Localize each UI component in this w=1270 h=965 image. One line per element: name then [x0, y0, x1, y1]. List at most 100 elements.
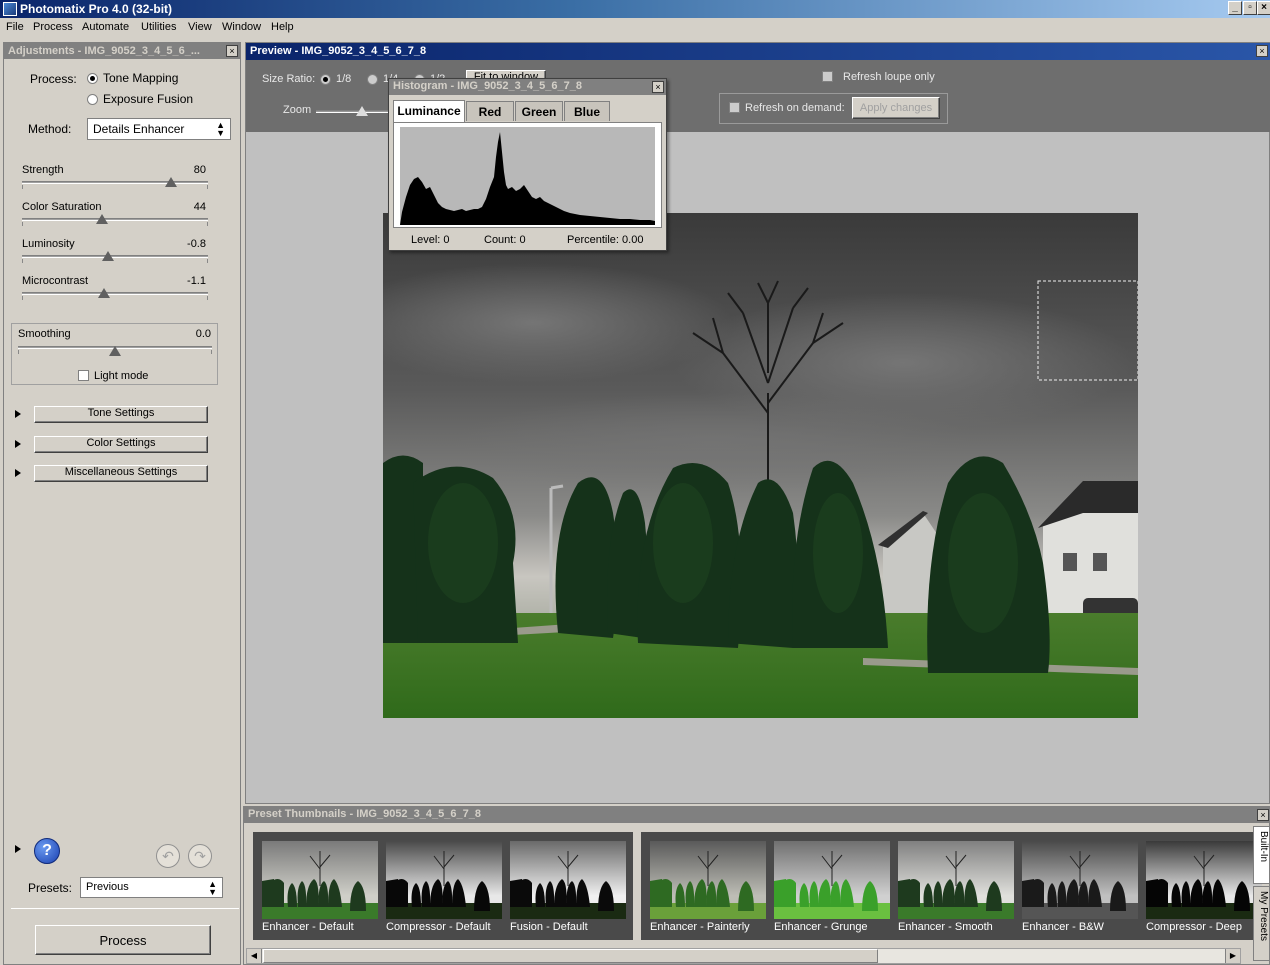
menu-help[interactable]: Help: [271, 21, 294, 33]
slider-value: 44: [193, 201, 206, 213]
preset-thumbnail[interactable]: Enhancer - Default: [262, 841, 378, 934]
menu-process[interactable]: Process: [33, 21, 73, 33]
histogram-title: Histogram - IMG_9052_3_4_5_6_7_8: [389, 79, 666, 95]
expand-color-settings-icon[interactable]: [15, 440, 21, 448]
preset-thumbnail-image: [510, 841, 626, 919]
tab-red[interactable]: Red: [466, 101, 514, 121]
scroll-right-icon[interactable]: ▶: [1225, 949, 1240, 963]
preset-thumbnail-image: [650, 841, 766, 919]
method-label: Method:: [28, 122, 72, 136]
slider-ticks: [22, 222, 208, 226]
histogram-percentile: Percentile: 0.00: [567, 234, 644, 246]
app-icon: [3, 2, 17, 16]
slider-label: Microcontrast: [22, 275, 89, 287]
help-icon[interactable]: ?: [34, 838, 60, 864]
process-label: Process:: [30, 72, 77, 86]
slider-label: Luminosity: [22, 238, 75, 250]
histogram-count: Count: 0: [484, 234, 526, 246]
histogram-window: Histogram - IMG_9052_3_4_5_6_7_8 × Lumin…: [388, 78, 667, 251]
slider-track[interactable]: [22, 181, 208, 184]
menu-view[interactable]: View: [188, 21, 212, 33]
light-mode-checkbox[interactable]: [78, 370, 89, 381]
tone-mapping-label[interactable]: Tone Mapping: [103, 71, 178, 85]
color-settings-button[interactable]: Color Settings: [34, 436, 208, 453]
light-mode-label[interactable]: Light mode: [94, 370, 148, 382]
misc-settings-button[interactable]: Miscellaneous Settings: [34, 465, 208, 482]
preview-close-button[interactable]: ×: [1256, 45, 1268, 57]
horizontal-scrollbar[interactable]: ◀ ▶: [246, 948, 1241, 964]
preset-thumbnail[interactable]: Enhancer - B&W: [1022, 841, 1138, 934]
slider-value: -0.8: [187, 238, 206, 250]
scroll-left-icon[interactable]: ◀: [247, 949, 262, 963]
slider-ticks: [22, 185, 208, 189]
preview-image[interactable]: [383, 213, 1138, 718]
slider-ticks: [22, 259, 208, 263]
slider-thumb[interactable]: [98, 288, 110, 298]
tab-luminance[interactable]: Luminance: [393, 100, 465, 122]
method-value: Details Enhancer: [93, 122, 185, 136]
slider-thumb[interactable]: [165, 177, 177, 187]
menu-automate[interactable]: Automate: [82, 21, 129, 33]
slider-track[interactable]: [22, 292, 208, 295]
tone-mapping-radio[interactable]: [87, 73, 98, 84]
menu-utilities[interactable]: Utilities: [141, 21, 176, 33]
process-button[interactable]: Process: [35, 925, 211, 955]
slider-thumb[interactable]: [96, 214, 108, 224]
maximize-button[interactable]: ▫: [1243, 1, 1257, 15]
refresh-loupe-label[interactable]: Refresh loupe only: [843, 71, 935, 83]
slider-thumb[interactable]: [102, 251, 114, 261]
menu-file[interactable]: File: [6, 21, 24, 33]
smoothing-slider-thumb[interactable]: [109, 346, 121, 356]
expand-bottom-icon[interactable]: [15, 845, 21, 853]
tab-my-presets[interactable]: My Presets: [1253, 886, 1270, 961]
divider: [11, 908, 239, 909]
refresh-loupe-checkbox[interactable]: [822, 71, 833, 82]
minimize-button[interactable]: _: [1228, 1, 1242, 15]
scrollbar-thumb[interactable]: [263, 949, 878, 963]
histogram-plot-frame: [393, 122, 662, 228]
zoom-slider-thumb[interactable]: [356, 106, 368, 116]
exposure-fusion-label[interactable]: Exposure Fusion: [103, 92, 193, 106]
menu-window[interactable]: Window: [222, 21, 261, 33]
tab-green[interactable]: Green: [515, 101, 563, 121]
size-ratio-1-8-radio[interactable]: [320, 74, 331, 85]
slider-track[interactable]: [22, 218, 208, 221]
presets-select[interactable]: Previous ▲ ▼: [80, 877, 223, 898]
preset-thumbnail[interactable]: Enhancer - Painterly: [650, 841, 766, 934]
preset-thumbnail-image: [386, 841, 502, 919]
expand-misc-settings-icon[interactable]: [15, 469, 21, 477]
preset-thumbnail[interactable]: Compressor - Default: [386, 841, 502, 934]
presets-label: Presets:: [28, 881, 73, 895]
redo-icon[interactable]: ↷: [188, 844, 212, 868]
tab-blue[interactable]: Blue: [564, 101, 610, 121]
adjustments-title: Adjustments - IMG_9052_3_4_5_6_...: [4, 43, 240, 59]
preset-thumbnail[interactable]: Fusion - Default: [510, 841, 626, 934]
apply-changes-button[interactable]: Apply changes: [852, 97, 940, 119]
size-ratio-1-4-radio[interactable]: [367, 74, 378, 85]
refresh-on-demand-label[interactable]: Refresh on demand:: [745, 102, 845, 114]
preset-thumbnail-image: [1022, 841, 1138, 919]
expand-tone-settings-icon[interactable]: [15, 410, 21, 418]
slider-value: -1.1: [187, 275, 206, 287]
undo-icon[interactable]: ↶: [156, 844, 180, 868]
thumbnails-close-button[interactable]: ×: [1257, 809, 1269, 821]
tone-settings-button[interactable]: Tone Settings: [34, 406, 208, 423]
menu-bar: File Process Automate Utilities View Win…: [0, 18, 1270, 38]
preset-thumbnail[interactable]: Compressor - Deep: [1146, 841, 1262, 934]
histogram-close-button[interactable]: ×: [652, 81, 664, 93]
preset-thumbnail-label: Enhancer - Smooth: [898, 921, 993, 933]
smoothing-box: Smoothing 0.0 Light mode: [11, 323, 218, 385]
size-ratio-1-8-label[interactable]: 1/8: [336, 73, 351, 85]
slider-track[interactable]: [22, 255, 208, 258]
preset-thumbnail[interactable]: Enhancer - Grunge: [774, 841, 890, 934]
exposure-fusion-radio[interactable]: [87, 94, 98, 105]
thumbnail-group-2: Enhancer - Painterly Enhancer - Grunge E…: [641, 832, 1262, 940]
adjustments-close-button[interactable]: ×: [226, 45, 238, 57]
zoom-label: Zoom: [283, 104, 312, 116]
method-select[interactable]: Details Enhancer ▲ ▼: [87, 118, 231, 140]
close-button[interactable]: ×: [1257, 1, 1270, 15]
preset-thumbnail[interactable]: Enhancer - Smooth: [898, 841, 1014, 934]
thumbnails-title: Preset Thumbnails - IMG_9052_3_4_5_6_7_8: [244, 807, 1270, 823]
refresh-on-demand-checkbox[interactable]: [729, 102, 740, 113]
tab-built-in[interactable]: Built-In: [1253, 826, 1270, 884]
